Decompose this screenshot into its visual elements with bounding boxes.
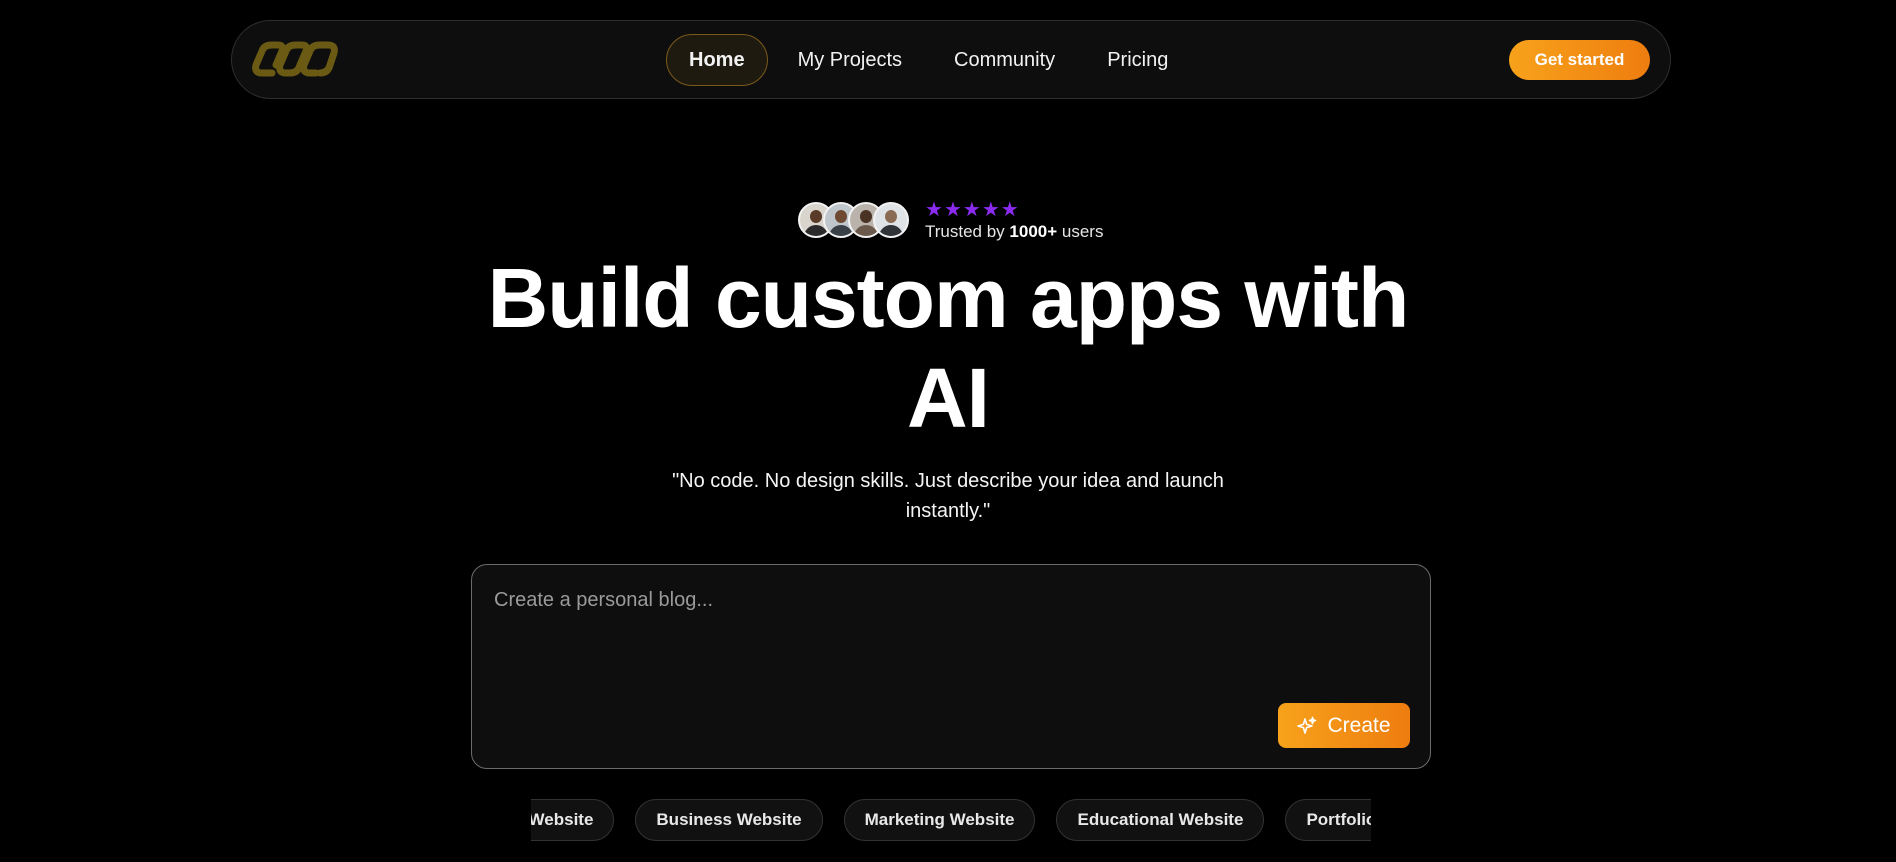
chip-personal-website[interactable]: Personal Website xyxy=(531,799,615,841)
chip-portfolio-website[interactable]: Portfolio Website xyxy=(1285,799,1371,841)
nav-links: Home My Projects Community Pricing xyxy=(666,34,1198,86)
nav-community[interactable]: Community xyxy=(932,34,1077,86)
headline-line-2: AI xyxy=(907,351,990,445)
trust-text: ★ ★ ★ ★ ★ Trusted by 1000+ users xyxy=(925,198,1103,242)
avatar xyxy=(873,202,909,238)
trust-badge: ★ ★ ★ ★ ★ Trusted by 1000+ users xyxy=(798,196,1103,244)
nav-pricing[interactable]: Pricing xyxy=(1085,34,1190,86)
chip-business-website[interactable]: Business Website xyxy=(635,799,823,841)
star-icon: ★ xyxy=(962,197,981,221)
subline-line-2: instantly." xyxy=(905,500,991,522)
rating-stars: ★ ★ ★ ★ ★ xyxy=(925,198,1103,220)
star-icon: ★ xyxy=(925,197,943,221)
prompt-box: Create xyxy=(471,564,1431,769)
headline-line-1: Build custom apps with xyxy=(487,251,1410,345)
top-navbar: Home My Projects Community Pricing Get s… xyxy=(231,20,1671,99)
star-icon: ★ xyxy=(981,197,1000,221)
template-chips: Personal Website Business Website Market… xyxy=(531,798,1371,842)
trusted-by-text: Trusted by 1000+ users xyxy=(925,222,1103,242)
hero-headline: Build custom apps with AI xyxy=(448,248,1448,448)
trusted-prefix: Trusted by xyxy=(925,222,1010,241)
star-icon: ★ xyxy=(943,197,962,221)
subline-line-1: "No code. No design skills. Just describ… xyxy=(672,470,1224,492)
trusted-suffix: users xyxy=(1057,222,1104,241)
get-started-button[interactable]: Get started xyxy=(1509,40,1650,80)
infinity-chain-icon[interactable] xyxy=(250,37,344,81)
create-button-label: Create xyxy=(1327,713,1391,737)
sparkles-icon xyxy=(1297,716,1317,734)
chips-track: Personal Website Business Website Market… xyxy=(531,798,1371,842)
nav-my-projects[interactable]: My Projects xyxy=(776,34,924,86)
hero-subline: "No code. No design skills. Just describ… xyxy=(648,466,1248,526)
star-icon: ★ xyxy=(1000,197,1019,221)
chip-marketing-website[interactable]: Marketing Website xyxy=(843,799,1036,841)
prompt-input[interactable] xyxy=(492,587,1392,697)
trusted-count: 1000+ xyxy=(1009,222,1058,241)
nav-home[interactable]: Home xyxy=(666,34,768,86)
user-avatars xyxy=(798,200,909,240)
create-button[interactable]: Create xyxy=(1278,703,1410,748)
chip-educational-website[interactable]: Educational Website xyxy=(1056,799,1265,841)
